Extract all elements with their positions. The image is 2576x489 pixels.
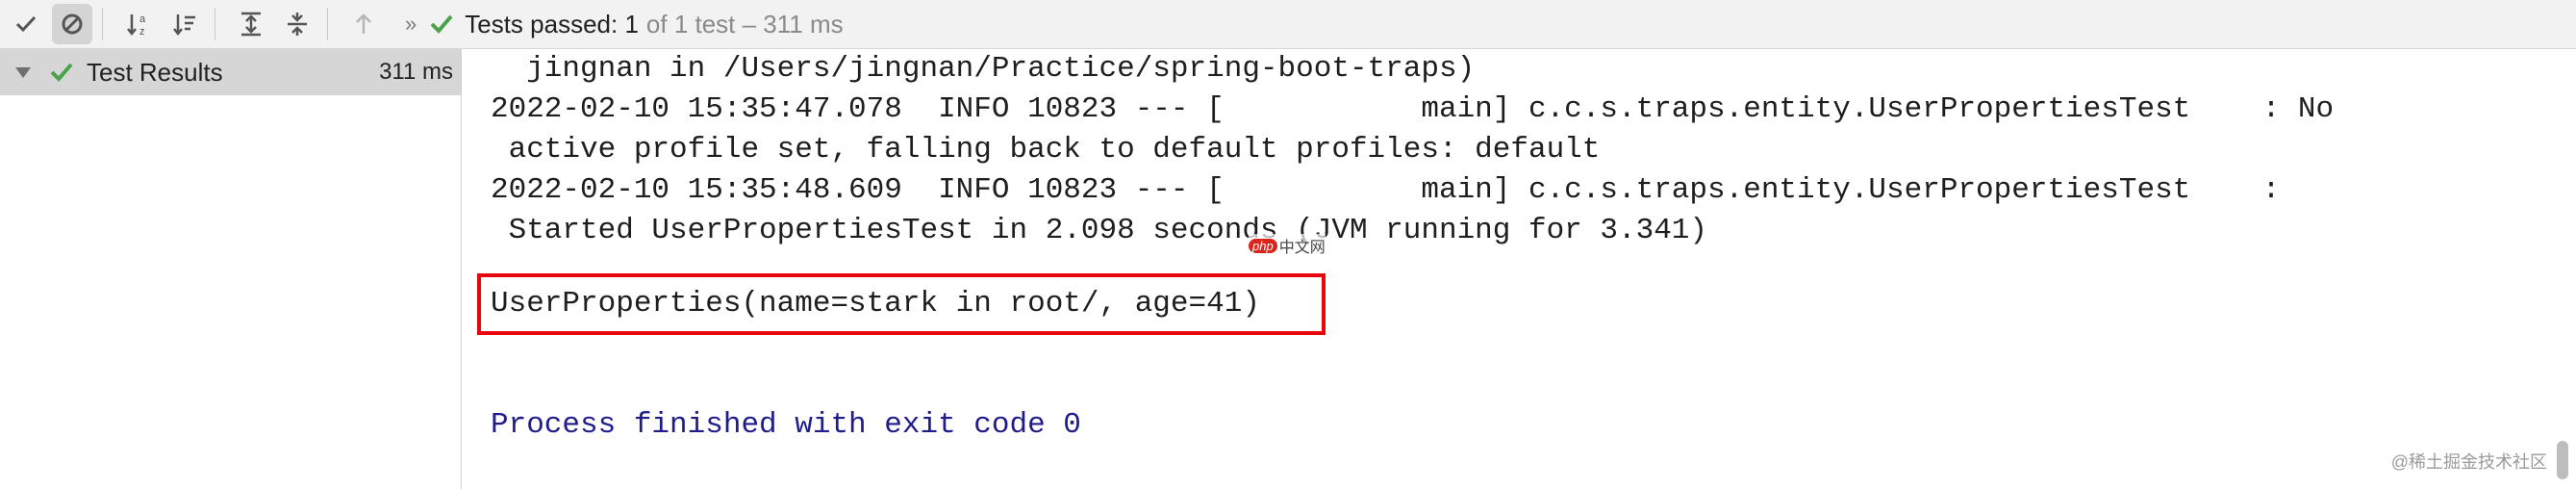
tests-passed-text: Tests passed: 1 xyxy=(465,9,639,39)
console-output[interactable]: jingnan in /Users/jingnan/Practice/sprin… xyxy=(462,49,2576,489)
checkmark-icon xyxy=(15,15,37,33)
svg-text:a: a xyxy=(139,13,146,25)
show-ignored-button[interactable] xyxy=(52,4,92,44)
toolbar-separator xyxy=(102,8,103,40)
process-finished-line: Process finished with exit code 0 xyxy=(491,408,1081,442)
expand-arrow-icon[interactable] xyxy=(13,63,33,82)
console-line: active profile set, falling back to defa… xyxy=(491,133,1601,167)
tree-item-test-results[interactable]: Test Results 311 ms xyxy=(0,49,461,95)
php-logo: php xyxy=(1249,238,1277,253)
tree-item-duration: 311 ms xyxy=(379,59,453,85)
tree-item-label: Test Results xyxy=(87,57,223,87)
console-scrollbar[interactable] xyxy=(2557,441,2568,479)
tests-summary-text: of 1 test – 311 ms xyxy=(645,9,844,39)
ignored-icon xyxy=(62,13,83,35)
test-tree-panel: Test Results 311 ms xyxy=(0,49,462,489)
highlighted-output-line: UserProperties(name=stark in root/, age=… xyxy=(491,287,1260,321)
juejin-watermark: @稀土掘金技术社区 xyxy=(2390,452,2547,472)
expand-all-button[interactable] xyxy=(231,4,271,44)
show-passed-button[interactable] xyxy=(6,4,46,44)
console-line: jingnan in /Users/jingnan/Practice/sprin… xyxy=(491,52,1476,86)
pass-check-icon xyxy=(430,14,453,34)
sort-alphabetically-button[interactable]: az xyxy=(118,4,159,44)
test-runner-toolbar: az » Tests passed: 1 of 1 test – 311 ms xyxy=(0,0,2576,49)
console-line: 2022-02-10 15:35:47.078 INFO 10823 --- [… xyxy=(491,92,2335,126)
expand-all-icon xyxy=(241,12,261,37)
php-watermark: php 中文网 xyxy=(1249,234,1326,257)
pass-check-icon xyxy=(50,63,73,82)
previous-failed-button[interactable] xyxy=(343,4,384,44)
php-watermark-text: 中文网 xyxy=(1278,240,1326,256)
sort-by-duration-button[interactable] xyxy=(164,4,205,44)
more-chevron-icon[interactable]: » xyxy=(405,12,417,37)
svg-text:z: z xyxy=(139,26,145,38)
toolbar-separator xyxy=(327,8,328,40)
test-status: Tests passed: 1 of 1 test – 311 ms xyxy=(428,9,844,39)
console-line: Started UserPropertiesTest in 2.098 seco… xyxy=(491,214,1708,247)
sort-alpha-icon: az xyxy=(127,13,146,38)
console-line: 2022-02-10 15:35:48.609 INFO 10823 --- [… xyxy=(491,173,2281,207)
sort-duration-icon xyxy=(173,14,195,37)
collapse-all-button[interactable] xyxy=(277,4,317,44)
collapse-all-icon xyxy=(288,13,307,36)
up-arrow-icon xyxy=(356,13,371,34)
